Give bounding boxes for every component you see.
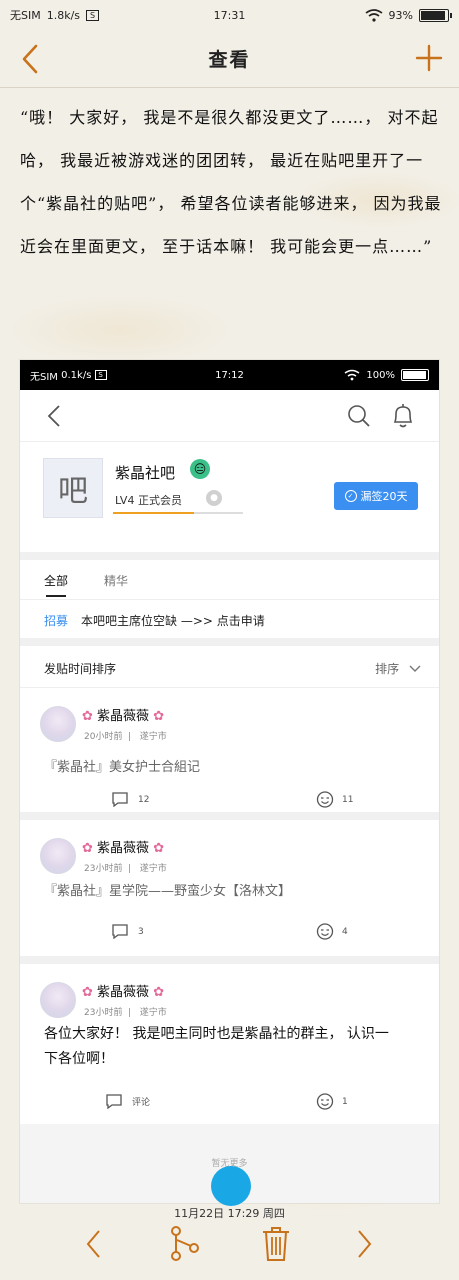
sign-in-button[interactable]: ✓ 漏签20天: [334, 482, 418, 510]
add-button[interactable]: [415, 44, 443, 72]
tab-bar: 全部 精华: [20, 560, 439, 600]
comment-icon: [112, 924, 128, 939]
sort-dropdown-label: 排序: [375, 662, 400, 676]
flower-icon: ✿: [82, 709, 93, 724]
like-button[interactable]: 11: [316, 791, 353, 808]
like-count: 4: [342, 926, 348, 937]
post-time: 23小时前: [84, 864, 123, 874]
flower-icon: ✿: [153, 709, 165, 724]
like-button[interactable]: 4: [316, 923, 348, 940]
post-author[interactable]: ✿ 紫晶薇薇 ✿: [82, 705, 164, 724]
forum-avatar: 吧: [43, 458, 103, 518]
back-button[interactable]: [16, 42, 46, 76]
sort-label: 发贴时间排序: [44, 662, 117, 676]
recruit-text[interactable]: 本吧吧主席位空缺 —>> 点击申请: [81, 612, 265, 629]
tab-all[interactable]: 全部: [44, 572, 68, 597]
like-face-icon: [316, 923, 334, 940]
sign-in-label: 漏签20天: [360, 490, 408, 503]
like-count: 11: [342, 794, 354, 805]
post-item[interactable]: ✿ 紫晶薇薇 ✿ 20小时前 | 遂宁市 『紫晶社』美女护士合組记 12 11: [20, 688, 439, 812]
post-time: 23小时前: [84, 1008, 123, 1018]
comment-icon: [106, 1094, 122, 1109]
comment-count: 3: [138, 926, 144, 937]
status-time: 17:31: [213, 8, 246, 22]
next-button[interactable]: [356, 1228, 374, 1260]
post-author[interactable]: ✿ 紫晶薇薇 ✿: [82, 981, 164, 1000]
embedded-back-icon[interactable]: [46, 404, 62, 428]
embedded-time: 17:12: [215, 369, 244, 381]
note-text: “哦！ 大家好， 我是不是很久都没更文了……， 对不起哈， 我最近被游戏迷的团团…: [20, 108, 442, 256]
sign-icon: ✓: [344, 490, 357, 502]
comment-label: 评论: [132, 1098, 151, 1108]
post-author-name: 紫晶薇薇: [97, 709, 150, 724]
chevron-down-icon: [409, 665, 421, 672]
flower-icon: ✿: [153, 985, 165, 1000]
post-item[interactable]: ✿ 紫晶薇薇 ✿ 23小时前 | 遂宁市 各位大家好！ 我是吧主同时也是紫晶社的…: [20, 964, 439, 1124]
post-time: 20小时前: [84, 732, 123, 742]
post-meta: 23小时前 | 遂宁市: [84, 1008, 167, 1018]
sort-bar: 发贴时间排序 排序: [20, 646, 439, 688]
flower-icon: ✿: [153, 841, 165, 856]
post-meta: 20小时前 | 遂宁市: [84, 732, 167, 742]
post-title[interactable]: 『紫晶社』星学院——野蛮少女【洛林文】: [44, 880, 291, 899]
forum-emoji-icon: 😑: [190, 459, 210, 479]
embedded-status-bar: 无SIM 0.1k/s S 17:12 100%: [20, 360, 439, 390]
like-face-icon: [316, 1093, 334, 1110]
lock-icon: ●: [206, 490, 222, 506]
sort-dropdown[interactable]: 排序: [375, 660, 421, 677]
post-item[interactable]: ✿ 紫晶薇薇 ✿ 23小时前 | 遂宁市 『紫晶社』星学院——野蛮少女【洛林文】…: [20, 820, 439, 956]
tab-featured[interactable]: 精华: [104, 572, 128, 589]
embedded-bell-icon[interactable]: [391, 403, 415, 429]
divider: [20, 552, 439, 560]
bottom-toolbar: [0, 1212, 459, 1280]
embedded-search-icon[interactable]: [347, 404, 371, 428]
share-button[interactable]: [168, 1226, 200, 1262]
flower-icon: ✿: [82, 985, 93, 1000]
level-progress-bar: [113, 512, 243, 514]
previous-button[interactable]: [84, 1228, 102, 1260]
battery-icon: [419, 8, 452, 22]
divider: [20, 638, 439, 646]
recruit-banner[interactable]: 招募 本吧吧主席位空缺 —>> 点击申请: [20, 600, 439, 638]
post-location: 遂宁市: [139, 732, 167, 742]
like-count: 1: [342, 1096, 348, 1107]
page-title: 查看: [208, 49, 251, 71]
post-author-name: 紫晶薇薇: [97, 841, 150, 856]
embedded-screenshot[interactable]: 无SIM 0.1k/s S 17:12 100% 吧 紫晶社吧 😑 LV4 正式…: [20, 360, 439, 1203]
user-avatar[interactable]: [40, 706, 76, 742]
post-title[interactable]: 『紫晶社』美女护士合組记: [44, 756, 200, 775]
user-avatar[interactable]: [40, 838, 76, 874]
floating-action-button[interactable]: [211, 1166, 251, 1206]
like-button[interactable]: 1: [316, 1093, 348, 1110]
comment-button[interactable]: 12: [112, 792, 149, 807]
post-author-name: 紫晶薇薇: [97, 985, 150, 1000]
flower-icon: ✿: [82, 841, 93, 856]
user-avatar[interactable]: [40, 982, 76, 1018]
embedded-nav-bar: [20, 390, 439, 442]
post-location: 遂宁市: [139, 864, 167, 874]
forum-name: 紫晶社吧: [115, 464, 176, 482]
like-face-icon: [316, 791, 334, 808]
note-date: 11月22日 17:29 周四: [174, 1207, 285, 1220]
divider: [20, 812, 439, 820]
embedded-battery-icon: [401, 369, 429, 381]
comment-button[interactable]: 3: [112, 924, 144, 939]
divider: [20, 956, 439, 964]
comment-count: 12: [138, 794, 150, 805]
delete-button[interactable]: [261, 1226, 291, 1262]
comment-icon: [112, 792, 128, 807]
post-author[interactable]: ✿ 紫晶薇薇 ✿: [82, 837, 164, 856]
forum-level: LV4 正式会员: [115, 494, 182, 507]
title-bar: 查看: [0, 30, 459, 88]
comment-button[interactable]: 评论: [106, 1094, 150, 1109]
recruit-tag: 招募: [44, 614, 69, 628]
forum-header: 吧 紫晶社吧 😑 LV4 正式会员 ● ✓ 漏签20天: [20, 442, 439, 552]
status-bar: 无SIM 1.8k/s S 17:31 93%: [0, 0, 459, 30]
post-location: 遂宁市: [139, 1008, 167, 1018]
post-body[interactable]: 各位大家好！ 我是吧主同时也是紫晶社的群主， 认识一下各位啊！: [44, 1022, 394, 1072]
post-meta: 23小时前 | 遂宁市: [84, 864, 167, 874]
